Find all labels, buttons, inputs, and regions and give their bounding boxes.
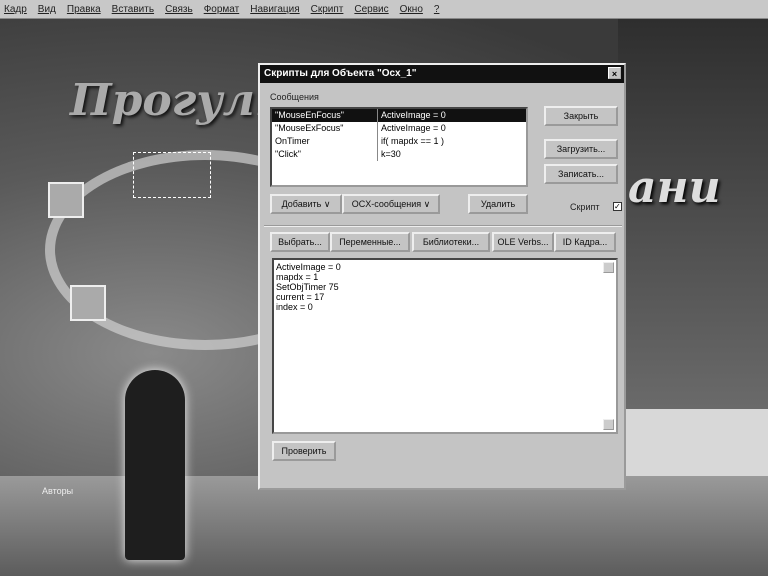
check-button[interactable]: Проверить (272, 441, 336, 461)
menu-insert[interactable]: Вставить (112, 4, 154, 15)
event-action: if( mapdx == 1 ) (381, 136, 445, 146)
menu-help[interactable]: ? (434, 4, 440, 15)
ole-verbs-button[interactable]: OLE Verbs... (492, 232, 554, 252)
delete-button[interactable]: Удалить (468, 194, 528, 214)
menu-link[interactable]: Связь (165, 4, 193, 15)
variables-button[interactable]: Переменные... (330, 232, 410, 252)
code-line: mapdx = 1 (276, 272, 319, 282)
scroll-down-button[interactable] (603, 419, 614, 430)
menu-frame[interactable]: Кадр (4, 4, 27, 15)
script-checkbox-label: Скрипт (570, 202, 600, 212)
list-item[interactable]: "MouseExFocus" ActiveImage = 0 (272, 122, 526, 135)
add-button[interactable]: Добавить ∨ (270, 194, 342, 214)
event-action: ActiveImage = 0 (381, 123, 446, 133)
close-icon[interactable]: × (608, 67, 621, 79)
scroll-up-button[interactable] (603, 262, 614, 273)
save-button[interactable]: Записать... (544, 164, 618, 184)
menu-edit[interactable]: Правка (67, 4, 101, 15)
scripts-dialog: Скрипты для Объекта "Ocx_1" × Сообщения … (258, 63, 626, 490)
messages-list[interactable]: "MouseEnFocus" ActiveImage = 0 "MouseExFo… (270, 107, 528, 187)
menu-service[interactable]: Сервис (354, 4, 388, 15)
title-right: ани (628, 162, 721, 213)
title-left: Прогулк (70, 75, 285, 126)
close-button[interactable]: Закрыть (544, 106, 618, 126)
menu-view[interactable]: Вид (38, 4, 56, 15)
select-button[interactable]: Выбрать... (270, 232, 330, 252)
menu-window[interactable]: Окно (400, 4, 423, 15)
code-line: SetObjTimer 75 (276, 282, 339, 292)
script-editor[interactable]: ActiveImage = 0 mapdx = 1 SetObjTimer 75… (272, 258, 618, 434)
authors-link[interactable]: Авторы (42, 486, 73, 496)
list-item[interactable]: OnTimer if( mapdx == 1 ) (272, 135, 526, 148)
ground-area (0, 476, 768, 576)
portrait-image[interactable] (70, 285, 106, 321)
load-button[interactable]: Загрузить... (544, 139, 618, 159)
frame-id-button[interactable]: ID Кадра... (554, 232, 616, 252)
list-item[interactable]: "Click" k=30 (272, 148, 526, 161)
event-name: OnTimer (272, 135, 378, 148)
event-name: "MouseEnFocus" (272, 109, 378, 122)
dialog-title: Скрипты для Объекта "Ocx_1" (264, 68, 417, 79)
thumbnail-image[interactable] (48, 182, 84, 218)
dialog-titlebar: Скрипты для Объекта "Ocx_1" × (260, 65, 624, 83)
menu-navigation[interactable]: Навигация (250, 4, 299, 15)
event-name: "Click" (272, 148, 378, 161)
list-item[interactable]: "MouseEnFocus" ActiveImage = 0 (272, 109, 526, 122)
menu-script[interactable]: Скрипт (311, 4, 344, 15)
messages-label: Сообщения (270, 92, 319, 102)
ocx-messages-button[interactable]: OCX-сообщения ∨ (342, 194, 440, 214)
code-line: ActiveImage = 0 (276, 262, 341, 272)
code-line: index = 0 (276, 302, 313, 312)
code-line: current = 17 (276, 292, 325, 302)
event-action: ActiveImage = 0 (381, 110, 446, 120)
divider (264, 225, 622, 227)
libraries-button[interactable]: Библиотеки... (412, 232, 490, 252)
event-name: "MouseExFocus" (272, 122, 378, 135)
script-checkbox[interactable]: ✓ (613, 202, 622, 211)
menu-bar: Кадр Вид Правка Вставить Связь Формат На… (0, 0, 768, 19)
menu-format[interactable]: Формат (204, 4, 240, 15)
selected-ocx-object[interactable] (133, 152, 211, 198)
event-action: k=30 (381, 149, 401, 159)
tower-silhouette (125, 370, 185, 560)
